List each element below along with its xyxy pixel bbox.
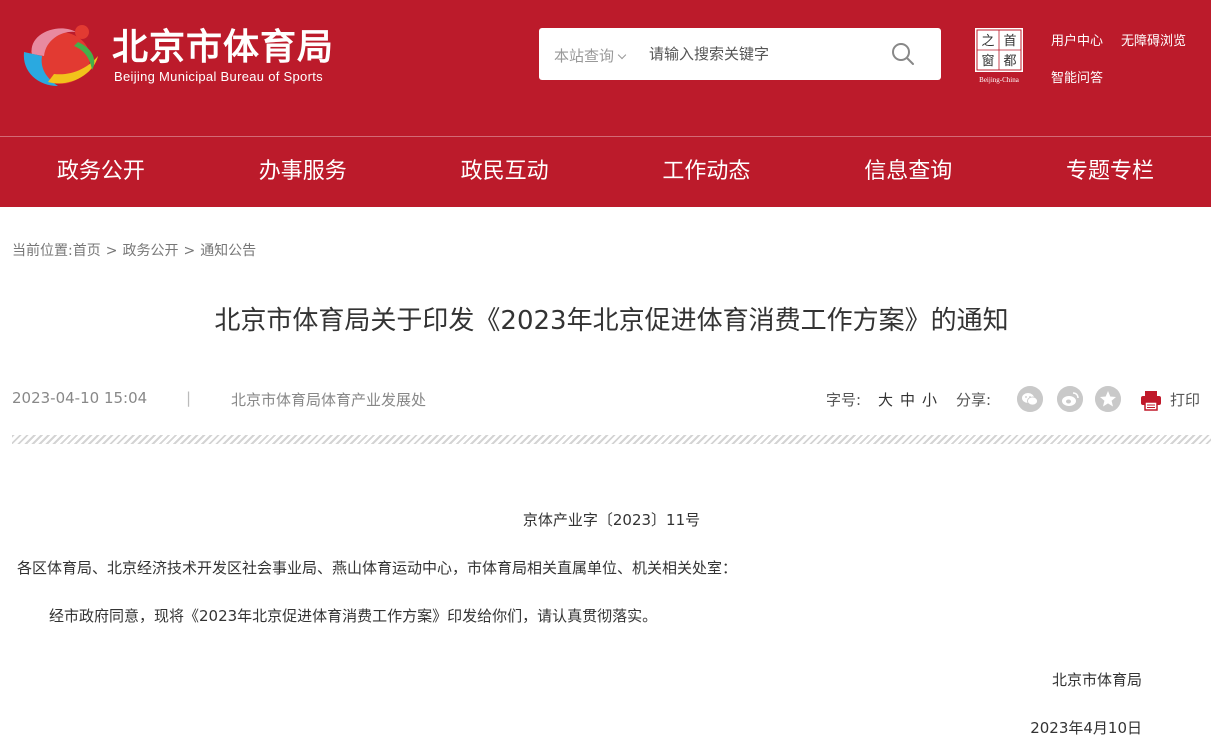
document-number: 京体产业字〔2023〕11号 — [522, 511, 701, 529]
breadcrumb-notices[interactable]: 通知公告 — [200, 243, 256, 259]
user-center-link[interactable]: 用户中心 — [1051, 30, 1103, 49]
accessibility-link[interactable]: 无障碍浏览 — [1121, 30, 1186, 49]
signer: 北京市体育局 — [1051, 671, 1142, 689]
font-size-small[interactable]: 小 — [922, 389, 937, 410]
chevron-down-icon — [617, 50, 627, 60]
breadcrumb-government-affairs[interactable]: 政务公开 — [122, 243, 178, 259]
capital-char-2: 都 — [1003, 54, 1016, 69]
capital-window-subtitle: Beijing-China — [979, 76, 1020, 84]
printer-icon — [1141, 391, 1161, 411]
nav-item-info-query[interactable]: 信息查询 — [807, 137, 1009, 207]
publishing-department: 北京市体育局体育产业发展处 — [231, 391, 427, 409]
print-label: 打印 — [1170, 391, 1201, 409]
body-paragraph: 经市政府同意，现将《2023年北京促进体育消费工作方案》印发给你们，请认真贯彻落… — [49, 607, 658, 625]
breadcrumb-separator: > — [183, 243, 196, 259]
nav-item-interaction[interactable]: 政民互动 — [404, 137, 606, 207]
capital-char-1: 首 — [1003, 34, 1016, 49]
meta-divider: | — [186, 389, 192, 407]
weibo-icon[interactable] — [1057, 386, 1083, 412]
capital-window-logo[interactable]: 首 都 之 窗 Beijing-China — [972, 26, 1026, 84]
sign-date: 2023年4月10日 — [1030, 719, 1142, 737]
font-size-medium[interactable]: 中 — [900, 389, 915, 410]
print-button[interactable]: 打印 — [1140, 386, 1210, 412]
addressee: 各区体育局、北京经济技术开发区社会事业局、燕山体育运动中心，市体育局相关直属单位… — [17, 559, 738, 577]
publish-date: 2023-04-10 15:04 — [12, 389, 148, 407]
search-scope-label: 本站查询 — [554, 47, 615, 65]
breadcrumb: 当前位置:首页 > 政务公开 > 通知公告 — [12, 240, 256, 260]
share-label: 分享: — [956, 391, 992, 409]
nav-item-special-topics[interactable]: 专题专栏 — [1009, 137, 1211, 207]
nav-item-government-affairs[interactable]: 政务公开 — [0, 137, 202, 207]
site-header: 北京市体育局 Beijing Municipal Bureau of Sport… — [0, 0, 1211, 136]
hatched-divider — [12, 435, 1211, 444]
search-box: 本站查询 — [539, 28, 941, 80]
capital-char-3: 之 — [981, 34, 994, 49]
breadcrumb-separator: > — [105, 243, 118, 259]
wechat-icon[interactable] — [1017, 386, 1043, 412]
article-meta: 2023-04-10 15:04 | 北京市体育局体育产业发展处 字号: 大 中… — [12, 384, 1202, 414]
capital-char-4: 窗 — [981, 53, 994, 69]
search-scope-dropdown[interactable]: 本站查询 — [554, 45, 627, 66]
breadcrumb-home[interactable]: 首页 — [73, 243, 101, 259]
qzone-star-icon[interactable] — [1095, 386, 1121, 412]
main-nav: 政务公开 办事服务 政民互动 工作动态 信息查询 专题专栏 — [0, 136, 1211, 207]
nav-item-services[interactable]: 办事服务 — [202, 137, 404, 207]
breadcrumb-prefix: 当前位置: — [12, 243, 73, 259]
search-icon[interactable] — [889, 40, 917, 68]
smart-qa-link[interactable]: 智能问答 — [1051, 67, 1103, 86]
site-name-english: Beijing Municipal Bureau of Sports — [114, 69, 323, 84]
article-title: 北京市体育局关于印发《2023年北京促进体育消费工作方案》的通知 — [214, 306, 1009, 336]
search-input[interactable] — [649, 42, 879, 66]
font-size-large[interactable]: 大 — [878, 389, 893, 410]
nav-item-work-news[interactable]: 工作动态 — [605, 137, 807, 207]
font-size-label: 字号: — [826, 391, 862, 409]
bureau-logo[interactable] — [18, 12, 102, 90]
site-name[interactable]: 北京市体育局 — [112, 18, 334, 70]
